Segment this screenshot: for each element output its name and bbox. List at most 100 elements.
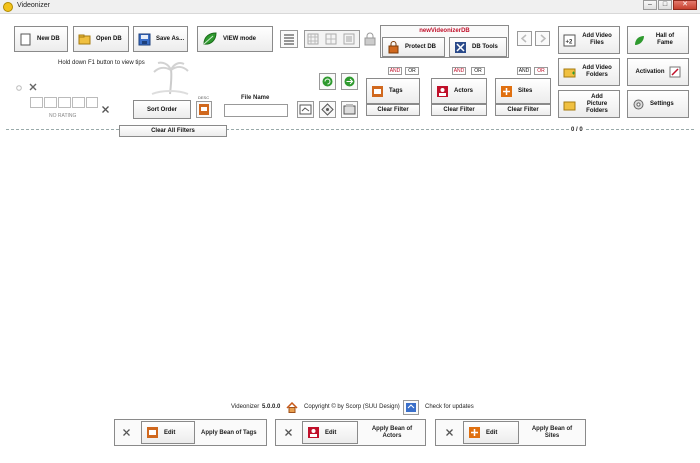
refresh-green-icon: [322, 76, 333, 87]
sync-button[interactable]: [341, 73, 358, 90]
tags-and-toggle[interactable]: AND: [388, 67, 402, 75]
actors-clear-filter-button[interactable]: Clear Filter: [431, 104, 487, 116]
sites-clear-filter-label: Clear Filter: [507, 107, 539, 113]
activation-button[interactable]: Activation: [627, 58, 689, 86]
sort-icon: [199, 104, 209, 115]
app-logo-icon: [3, 2, 13, 12]
open-db-button[interactable]: Open DB: [73, 26, 129, 52]
thumbnails-button[interactable]: [341, 101, 358, 118]
actors-filter-button[interactable]: Actors: [431, 78, 487, 104]
sites-edit-button[interactable]: Edit: [463, 421, 519, 444]
add-video-folders-button[interactable]: Add Video Folders: [558, 58, 620, 86]
tips-text: Hold down F1 button to view tips: [58, 60, 145, 66]
view-options-group: [304, 30, 360, 48]
tags-filter-button[interactable]: Tags: [366, 78, 420, 104]
close-button[interactable]: ✕: [673, 0, 697, 10]
add-files-icon: +2: [563, 34, 576, 47]
settings-button[interactable]: Settings: [627, 90, 689, 118]
check-updates-button[interactable]: [403, 400, 419, 415]
add-picture-folders-button[interactable]: Add Picture Folders: [558, 90, 620, 118]
sites-filter-button[interactable]: Sites: [495, 78, 551, 104]
arrow-right-icon: [540, 34, 547, 43]
sites-or-toggle[interactable]: OR: [534, 67, 548, 75]
save-as-button[interactable]: Save As...: [133, 26, 188, 52]
lock-user-icon: [388, 40, 399, 53]
random-button[interactable]: [319, 101, 336, 118]
add-picture-folders-line3: Folders: [586, 107, 608, 114]
add-video-folders-line2: Folders: [586, 72, 608, 78]
db-tools-label: DB Tools: [472, 44, 498, 50]
actors-edit-label: Edit: [325, 429, 337, 436]
db-tools-button[interactable]: DB Tools: [449, 37, 507, 57]
minimize-button[interactable]: –: [643, 0, 657, 10]
sort-order-label: Sort Order: [146, 106, 177, 113]
rating-stars-icon: [30, 97, 98, 108]
diamond-icon: [321, 103, 334, 116]
clear-rating-x-icon[interactable]: [101, 105, 110, 114]
add-video-files-line1: Add Video: [582, 33, 612, 39]
scan-button[interactable]: [297, 101, 314, 118]
tags-edit-button[interactable]: Edit: [141, 421, 195, 444]
sort-direction-button[interactable]: [196, 101, 212, 118]
apply-bean-sites[interactable]: Apply Bean of Sites: [525, 426, 579, 440]
arrow-left-icon: [520, 34, 527, 43]
file-name-input[interactable]: [224, 104, 288, 117]
clear-rating-icon[interactable]: [28, 82, 38, 92]
new-db-label: New DB: [37, 36, 60, 42]
no-rating-label: NO RATING: [49, 113, 77, 119]
sort-order-button[interactable]: Sort Order: [133, 100, 191, 119]
add-video-files-button[interactable]: +2 Add Video Files: [558, 26, 620, 54]
sites-clear-bean-icon[interactable]: [445, 428, 454, 437]
tags-edit-label: Edit: [164, 429, 176, 436]
new-db-button[interactable]: New DB: [14, 26, 68, 52]
actors-edit-button[interactable]: Edit: [302, 421, 358, 444]
view-mode-button[interactable]: VIEW mode: [197, 26, 273, 52]
maximize-button[interactable]: □: [658, 0, 672, 10]
leaf-icon: [203, 32, 217, 45]
list-icon: [284, 34, 294, 45]
trophy-leaf-icon: [635, 36, 644, 45]
check-updates-label[interactable]: Check for updates: [425, 404, 474, 410]
add-video-folders-line1: Add Video: [582, 65, 612, 71]
tags-clear-bean-icon[interactable]: [122, 428, 131, 437]
refresh-button[interactable]: [319, 73, 336, 90]
tags-label: Tags: [389, 88, 403, 94]
sites-label: Sites: [518, 88, 533, 94]
hall-of-fame-button[interactable]: Hall of Fame: [627, 26, 689, 54]
sites-and-toggle[interactable]: AND: [517, 67, 531, 75]
hall-of-fame-line2: Fame: [657, 40, 673, 46]
clear-all-filters-button[interactable]: Clear All Filters: [119, 125, 227, 137]
desc-label: DESC: [198, 95, 210, 100]
actors-clear-bean-icon[interactable]: [284, 428, 293, 437]
open-db-label: Open DB: [96, 36, 122, 42]
protect-db-button[interactable]: Protect DB: [382, 37, 445, 57]
apply-bean-actors-line1: Apply Bean of: [371, 426, 413, 432]
tags-clear-filter-button[interactable]: Clear Filter: [366, 104, 420, 116]
previous-arrow-button[interactable]: [517, 31, 532, 46]
radio-icon[interactable]: [16, 85, 22, 91]
apply-bean-actors[interactable]: Apply Bean of Actors: [365, 426, 419, 440]
home-icon[interactable]: [286, 402, 298, 413]
actors-label: Actors: [454, 88, 474, 94]
picture-folder-icon: [563, 101, 576, 111]
activation-label: Activation: [635, 69, 665, 75]
tags-or-toggle[interactable]: OR: [405, 67, 419, 75]
actors-or-toggle[interactable]: OR: [471, 67, 485, 75]
add-picture-folders-line1: Add: [591, 93, 603, 100]
thumbnails-icon: [343, 104, 356, 115]
results-area[interactable]: [6, 140, 694, 395]
next-arrow-button[interactable]: [535, 31, 550, 46]
actor-icon: [437, 85, 448, 97]
site-edit-icon: [469, 427, 480, 438]
apply-bean-tags[interactable]: Apply Bean of Tags: [201, 430, 257, 436]
sites-clear-filter-button[interactable]: Clear Filter: [495, 104, 551, 116]
actors-and-toggle[interactable]: AND: [452, 67, 466, 75]
palm-tree-watermark-icon: [151, 61, 189, 95]
new-db-icon: [20, 33, 31, 45]
list-view-button[interactable]: [280, 30, 298, 48]
rating-boxes[interactable]: [30, 97, 98, 108]
status-version: 5.0.0.0: [262, 404, 281, 410]
actors-clear-filter-label: Clear Filter: [443, 107, 475, 113]
sites-edit-label: Edit: [486, 429, 498, 436]
apply-bean-sites-line2: Sites: [544, 433, 560, 439]
